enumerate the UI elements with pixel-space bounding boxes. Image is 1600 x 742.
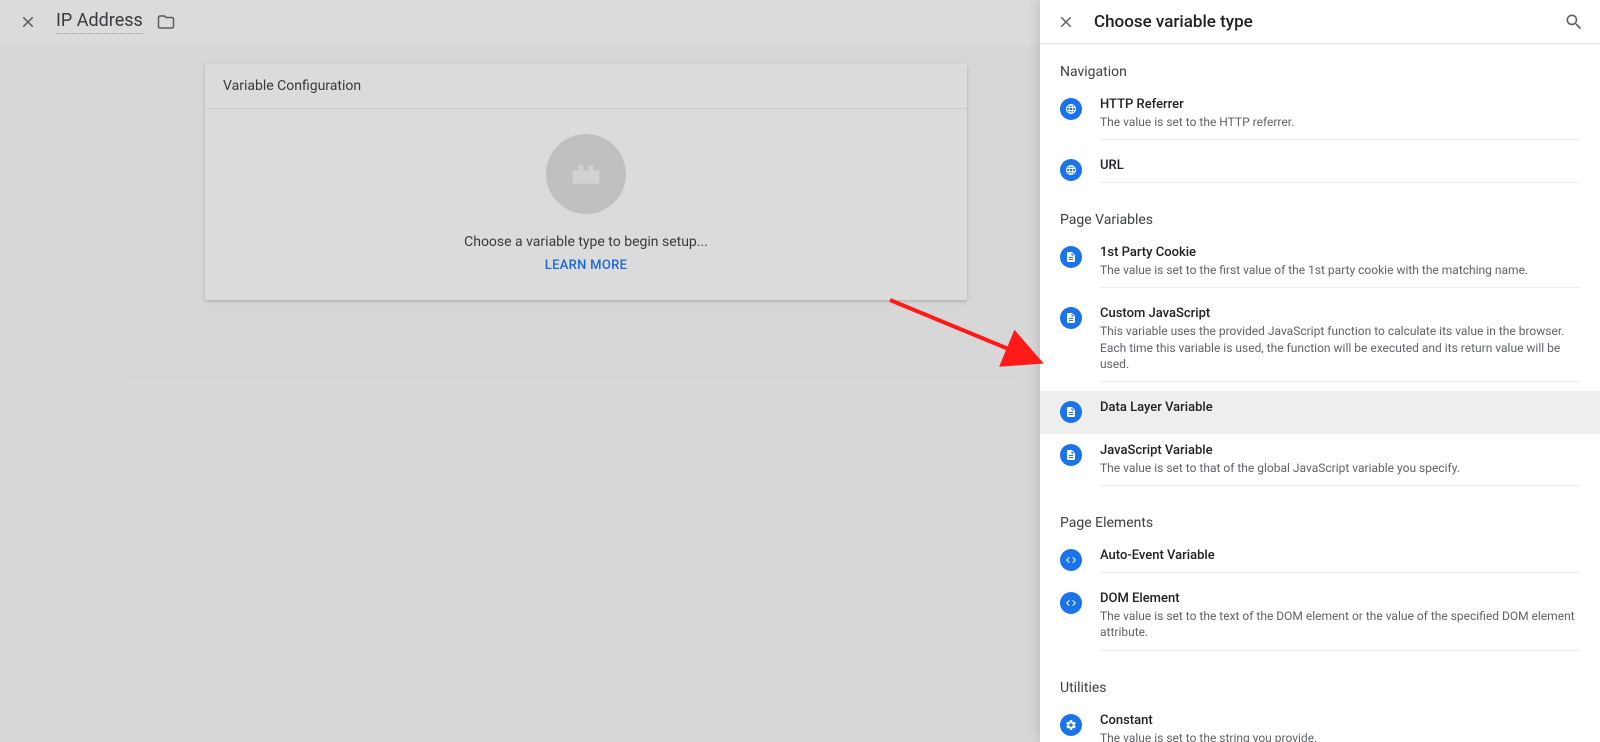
doc-icon: [1060, 246, 1082, 268]
gear-icon: [1060, 714, 1082, 736]
row-desc: The value is set to the string you provi…: [1100, 730, 1580, 742]
row-title: DOM Element: [1100, 591, 1580, 606]
variable-type-row[interactable]: Auto-Event Variable: [1040, 539, 1600, 582]
row-title: Data Layer Variable: [1100, 400, 1580, 415]
variable-type-row[interactable]: Constant The value is set to the string y…: [1040, 704, 1600, 742]
panel-close-icon[interactable]: [1056, 12, 1076, 32]
section-label: Utilities: [1040, 660, 1600, 704]
row-title: URL: [1100, 158, 1580, 173]
variable-type-row[interactable]: HTTP Referrer The value is set to the HTT…: [1040, 88, 1600, 149]
panel-title: Choose variable type: [1094, 12, 1564, 32]
globe-icon: [1060, 98, 1082, 120]
variable-type-row[interactable]: 1st Party Cookie The value is set to the …: [1040, 236, 1600, 297]
section-label: Page Elements: [1040, 495, 1600, 539]
doc-icon: [1060, 307, 1082, 329]
variable-type-panel: Choose variable type NavigationHTTP Refe…: [1040, 0, 1600, 742]
row-title: JavaScript Variable: [1100, 443, 1580, 458]
row-title: Constant: [1100, 713, 1580, 728]
row-title: Custom JavaScript: [1100, 306, 1580, 321]
row-title: HTTP Referrer: [1100, 97, 1580, 112]
globe-icon: [1060, 159, 1082, 181]
row-title: Auto-Event Variable: [1100, 548, 1580, 563]
variable-type-row[interactable]: JavaScript Variable The value is set to t…: [1040, 434, 1600, 495]
section-label: Page Variables: [1040, 192, 1600, 236]
search-icon[interactable]: [1564, 12, 1584, 32]
row-desc: The value is set to that of the global J…: [1100, 460, 1580, 476]
variable-type-row[interactable]: Custom JavaScript This variable uses the …: [1040, 297, 1600, 391]
doc-icon: [1060, 401, 1082, 423]
variable-type-row[interactable]: Data Layer Variable: [1040, 391, 1600, 434]
row-desc: The value is set to the HTTP referrer.: [1100, 114, 1580, 130]
row-desc: This variable uses the provided JavaScri…: [1100, 323, 1580, 372]
code-icon: [1060, 549, 1082, 571]
variable-type-row[interactable]: DOM Element The value is set to the text …: [1040, 582, 1600, 659]
row-desc: The value is set to the text of the DOM …: [1100, 608, 1580, 640]
code-icon: [1060, 592, 1082, 614]
section-label: Navigation: [1040, 44, 1600, 88]
doc-icon: [1060, 444, 1082, 466]
variable-type-row[interactable]: URL: [1040, 149, 1600, 192]
row-desc: The value is set to the first value of t…: [1100, 262, 1580, 278]
row-title: 1st Party Cookie: [1100, 245, 1580, 260]
